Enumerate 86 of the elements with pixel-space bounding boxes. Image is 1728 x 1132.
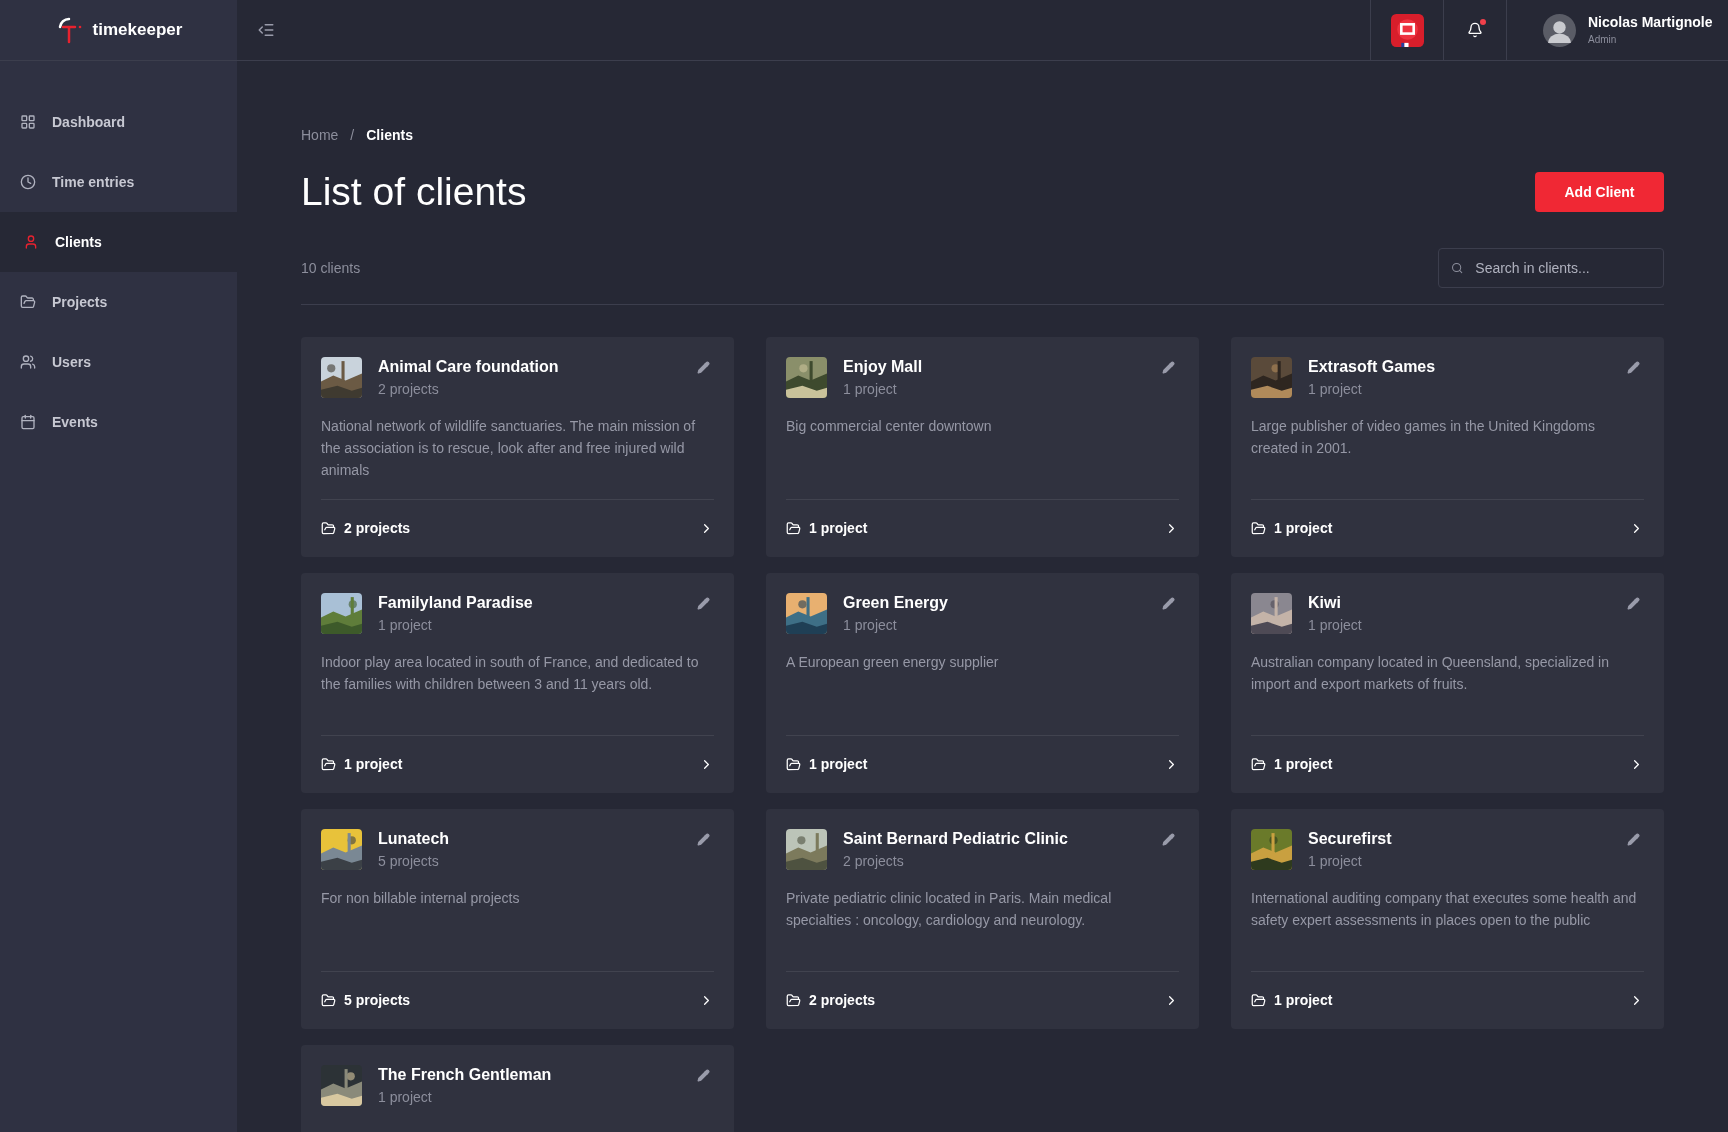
project-count: 1 project <box>1308 852 1363 871</box>
client-name[interactable]: Green Energy <box>843 593 1146 613</box>
client-count: 10 clients <box>301 258 361 278</box>
people-icon <box>20 354 36 370</box>
page-title: List of clients <box>301 169 527 215</box>
projects-link[interactable]: 5 projects <box>321 990 699 1011</box>
clock-icon <box>20 174 36 190</box>
sidebar-item[interactable]: Clients <box>0 212 237 272</box>
projects-link[interactable]: 2 projects <box>321 518 699 539</box>
projects-link[interactable]: 1 project <box>786 518 1164 539</box>
client-name[interactable]: Lunatech <box>378 829 681 849</box>
sidebar-item[interactable]: Time entries <box>0 152 237 212</box>
folder-icon <box>1251 521 1266 536</box>
folder-icon <box>786 757 801 772</box>
edit-icon[interactable] <box>1627 597 1640 610</box>
client-name[interactable]: Securefirst <box>1308 829 1611 849</box>
projects-link[interactable]: 1 project <box>1251 518 1629 539</box>
breadcrumb-separator: / <box>350 126 355 145</box>
projects-link[interactable]: 1 project <box>1251 754 1629 775</box>
breadcrumb-link[interactable]: Home <box>301 125 339 146</box>
folder-icon <box>1251 757 1266 772</box>
project-count: 1 project <box>378 1088 433 1107</box>
folder-icon <box>1251 993 1266 1008</box>
sidebar-item[interactable]: Projects <box>0 272 237 332</box>
avatar[interactable] <box>1543 13 1576 47</box>
edit-icon[interactable] <box>697 833 710 846</box>
client-name[interactable]: Familyland Paradise <box>378 593 681 613</box>
client-description: Australian company located in Queensland, specialized in import and export markets of fruits. <box>1251 653 1610 694</box>
client-name[interactable]: Saint Bernard Pediatric Clinic <box>843 829 1146 849</box>
edit-icon[interactable] <box>697 361 710 374</box>
project-count: 1 project <box>843 380 898 399</box>
client-description: A European green energy supplier <box>786 653 1000 672</box>
projects-link[interactable]: 1 project <box>321 754 699 775</box>
person-icon <box>23 234 39 250</box>
client-name[interactable]: The French Gentleman <box>378 1065 681 1085</box>
search-box[interactable]: Search in clients... <box>1438 248 1664 288</box>
calendar-icon <box>20 414 36 430</box>
client-description: International auditing company that executes some health and safety expert assessments in places open to the public <box>1251 889 1638 930</box>
edit-icon[interactable] <box>1162 833 1175 846</box>
grid-icon <box>20 114 36 130</box>
project-count: 5 projects <box>378 852 440 871</box>
client-description: Indoor play area located in south of France, and dedicated to the families with children between 3 and 11 years old. <box>321 653 700 694</box>
edit-icon[interactable] <box>1627 361 1640 374</box>
folder-icon <box>20 294 36 310</box>
projects-link[interactable]: 1 project <box>1251 990 1629 1011</box>
user-name: Nicolas Martignole <box>1588 13 1713 32</box>
edit-icon[interactable] <box>1627 833 1640 846</box>
folder-icon <box>321 993 336 1008</box>
breadcrumb-current: Clients <box>366 126 413 145</box>
project-count: 2 projects <box>378 380 440 399</box>
client-description: Private pediatric clinic located in Paris. Main medical specialties : oncology, cardiology and neurology. <box>786 889 1113 930</box>
client-description: Big commercial center downtown <box>786 417 993 436</box>
client-description: Large publisher of video games in the United Kingdoms created in 2001. <box>1251 417 1596 458</box>
client-description: For non billable internal projects <box>321 889 521 908</box>
project-count: 1 project <box>1308 380 1363 399</box>
sidebar-item[interactable]: Users <box>0 332 237 392</box>
sidebar-item[interactable]: Events <box>0 392 237 452</box>
sidebar-item[interactable]: Dashboard <box>0 92 237 152</box>
client-description: National network of wildlife sanctuaries. The main mission of the association is to rescue, look after and free injured wild animals <box>321 417 697 480</box>
folder-icon <box>321 521 336 536</box>
projects-link[interactable]: 2 projects <box>786 990 1164 1011</box>
brand-name: timekeeper <box>92 19 183 42</box>
folder-icon <box>786 993 801 1008</box>
folder-icon <box>786 521 801 536</box>
project-count: 1 project <box>843 616 898 635</box>
project-count: 2 projects <box>843 852 905 871</box>
client-name[interactable]: Enjoy Mall <box>843 357 1146 377</box>
search-icon <box>1451 261 1464 275</box>
user-role: Admin <box>1588 33 1618 47</box>
edit-icon[interactable] <box>1162 361 1175 374</box>
client-name[interactable]: Animal Care foundation <box>378 357 681 377</box>
project-count: 1 project <box>378 616 433 635</box>
edit-icon[interactable] <box>1162 597 1175 610</box>
search-field[interactable]: Search in clients... <box>1475 257 1651 279</box>
folder-icon <box>321 757 336 772</box>
project-count: 1 project <box>1308 616 1363 635</box>
edit-icon[interactable] <box>697 597 710 610</box>
app-icon[interactable] <box>1390 13 1424 47</box>
menu-icon[interactable] <box>257 21 275 39</box>
notification-button[interactable] <box>1467 22 1483 38</box>
add-client-button[interactable]: Add Client <box>1535 172 1664 212</box>
client-name[interactable]: Kiwi <box>1308 593 1611 613</box>
bell-icon <box>1467 22 1483 38</box>
edit-icon[interactable] <box>697 1069 710 1082</box>
client-name[interactable]: Extrasoft Games <box>1308 357 1611 377</box>
projects-link[interactable]: 1 project <box>786 754 1164 775</box>
